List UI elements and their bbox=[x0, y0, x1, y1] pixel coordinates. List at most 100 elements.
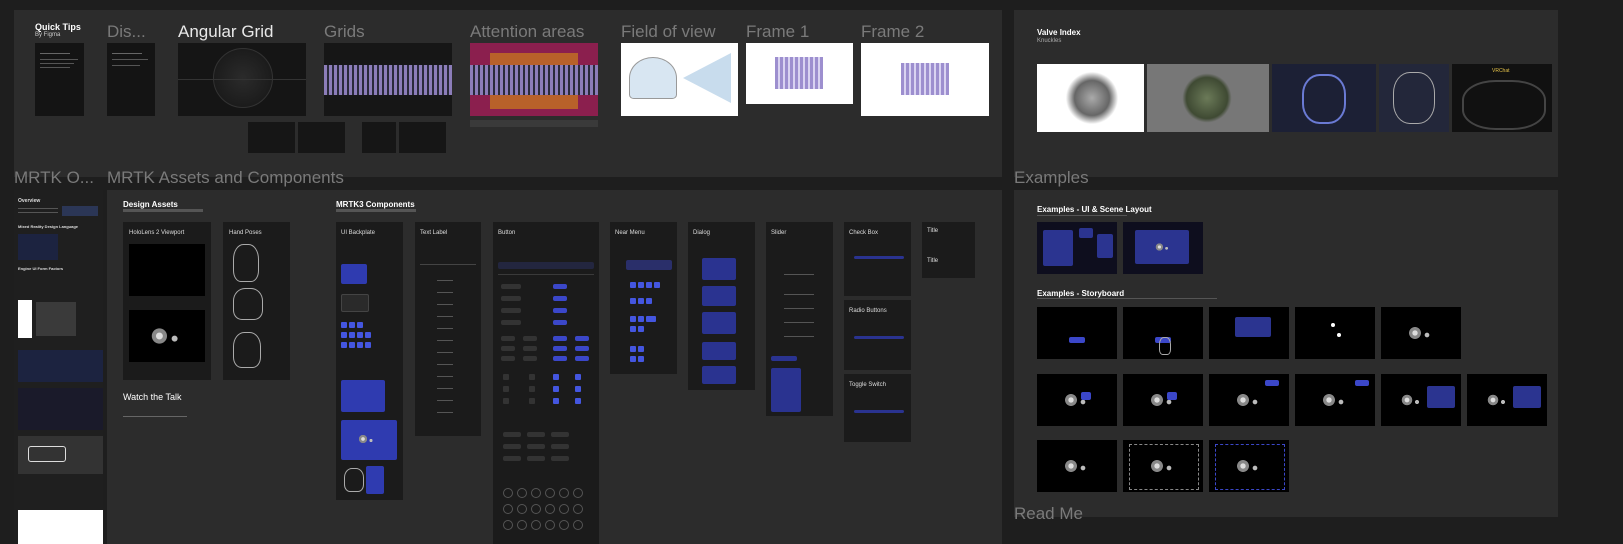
hand-poses-label: Hand Poses bbox=[229, 230, 262, 236]
slider-label: Slider bbox=[771, 230, 787, 236]
storyboard-8[interactable] bbox=[1209, 374, 1289, 426]
section-title-mrtk-overview: MRTK O... bbox=[14, 168, 94, 187]
storyboard-12[interactable] bbox=[1037, 440, 1117, 492]
ui-backplate-label: UI Backplate bbox=[341, 230, 376, 236]
button-label: Button bbox=[498, 230, 516, 236]
storyboard-6[interactable] bbox=[1037, 374, 1117, 426]
ui-layout-thumb-1[interactable] bbox=[1037, 222, 1117, 274]
overview-thumb-2[interactable] bbox=[18, 300, 32, 338]
attention-caption-strip bbox=[470, 120, 598, 127]
section-title-examples: Examples bbox=[1014, 168, 1089, 187]
grid-variant-4[interactable] bbox=[399, 122, 446, 153]
dialog-card[interactable]: Dialog bbox=[688, 222, 755, 390]
hand-poses-card[interactable]: Hand Poses bbox=[223, 222, 290, 380]
frame-2[interactable] bbox=[861, 43, 989, 116]
ui-backplate-card[interactable]: UI Backplate bbox=[336, 222, 403, 500]
hololens-viewport-card[interactable]: HoloLens 2 Viewport bbox=[123, 222, 211, 380]
overview-thumb-1[interactable] bbox=[18, 234, 58, 260]
title-card[interactable]: Title Title bbox=[922, 222, 975, 278]
valve-index-title: Valve Index bbox=[1037, 28, 1081, 37]
overview-thumb-7[interactable] bbox=[18, 510, 103, 544]
storyboard-3[interactable] bbox=[1209, 307, 1289, 359]
slider-card[interactable]: Slider bbox=[766, 222, 833, 416]
viewport-robot bbox=[129, 310, 205, 362]
knuckles-render-1[interactable] bbox=[1037, 64, 1144, 132]
knuckles-diagram-1[interactable] bbox=[1272, 64, 1376, 132]
storyboard-5[interactable] bbox=[1381, 307, 1461, 359]
frame-dis[interactable] bbox=[107, 43, 155, 116]
hand-pose-1 bbox=[233, 244, 259, 282]
knuckles-render-2[interactable] bbox=[1147, 64, 1269, 132]
quick-tips-subtitle: By Figma bbox=[35, 32, 61, 38]
overview-thumb-4[interactable] bbox=[18, 350, 103, 382]
quick-tips-title: Quick Tips bbox=[35, 22, 81, 32]
quick-tips-frame[interactable] bbox=[35, 43, 84, 116]
mrtk3-components-title: MRTK3 Components bbox=[336, 200, 415, 209]
design-language-label: Mixed Reality Design Language bbox=[18, 224, 79, 229]
ui-layout-title: Examples - UI & Scene Layout bbox=[1037, 205, 1152, 214]
storyboard-14[interactable] bbox=[1209, 440, 1289, 492]
title-card-label: Title bbox=[927, 228, 939, 234]
hololens-viewport-label: HoloLens 2 Viewport bbox=[129, 230, 185, 236]
overview-thumb-5[interactable] bbox=[18, 388, 103, 430]
button-card[interactable]: Button bbox=[493, 222, 599, 544]
near-menu-card[interactable]: Near Menu bbox=[610, 222, 677, 374]
storyboard-13[interactable] bbox=[1123, 440, 1203, 492]
grid-variant-2[interactable] bbox=[298, 122, 345, 153]
frame-title-grids: Grids bbox=[324, 22, 365, 41]
frame-attention-areas[interactable] bbox=[470, 43, 598, 116]
radio-buttons-label: Radio Buttons bbox=[849, 308, 887, 314]
mrtk-assets-section[interactable]: Design Assets HoloLens 2 Viewport Hand P… bbox=[107, 190, 1002, 544]
toggle-switch-card[interactable]: Toggle Switch bbox=[844, 374, 911, 442]
frame-title-field-of-view: Field of view bbox=[621, 22, 716, 41]
title-card-label-2: Title bbox=[927, 258, 939, 264]
frame-title-attention-areas: Attention areas bbox=[470, 22, 585, 41]
valve-index-subtitle: Knuckles bbox=[1037, 38, 1062, 44]
check-box-label: Check Box bbox=[849, 230, 879, 236]
frame-title-frame-1: Frame 1 bbox=[746, 22, 810, 41]
frame-title-dis: Dis... bbox=[107, 22, 146, 41]
knuckles-diagram-2[interactable] bbox=[1379, 64, 1449, 132]
design-assets-title: Design Assets bbox=[123, 200, 178, 209]
examples-section[interactable]: Examples - UI & Scene Layout Examples - … bbox=[1014, 190, 1558, 517]
storyboard-4[interactable] bbox=[1295, 307, 1375, 359]
watch-talk-link[interactable] bbox=[123, 416, 187, 417]
mrtk-overview-section[interactable]: Overview Mixed Reality Design Language E… bbox=[14, 190, 103, 544]
frame-field-of-view[interactable] bbox=[621, 43, 738, 116]
overview-thumb-3[interactable] bbox=[36, 302, 76, 336]
valve-index-section[interactable]: Valve Index Knuckles VRChat bbox=[1014, 10, 1558, 177]
storyboard-2[interactable] bbox=[1123, 307, 1203, 359]
storyboard-title: Examples - Storyboard bbox=[1037, 289, 1125, 298]
hand-pose-2 bbox=[233, 288, 263, 320]
mrtk3-components-subtitle bbox=[336, 209, 416, 212]
storyboard-9[interactable] bbox=[1295, 374, 1375, 426]
grid-variant-1[interactable] bbox=[248, 122, 295, 153]
overview-label: Overview bbox=[18, 198, 41, 204]
frame-title-frame-2: Frame 2 bbox=[861, 22, 925, 41]
dialog-label: Dialog bbox=[693, 230, 711, 236]
radio-buttons-card[interactable]: Radio Buttons bbox=[844, 300, 911, 370]
check-box-card[interactable]: Check Box bbox=[844, 222, 911, 296]
near-menu-label: Near Menu bbox=[615, 230, 645, 236]
frame-1[interactable] bbox=[746, 43, 853, 104]
storyboard-7[interactable] bbox=[1123, 374, 1203, 426]
storyboard-11[interactable] bbox=[1467, 374, 1547, 426]
text-label-card[interactable]: Text Label bbox=[415, 222, 481, 436]
section-title-read-me: Read Me bbox=[1014, 504, 1083, 523]
watch-talk-title: Watch the Talk bbox=[123, 392, 182, 402]
form-factors-label: Engine UI Form Factors bbox=[18, 266, 64, 271]
overview-thumb-6[interactable] bbox=[18, 436, 103, 474]
knuckles-diagram-3[interactable]: VRChat bbox=[1452, 64, 1552, 132]
storyboard-1[interactable] bbox=[1037, 307, 1117, 359]
storyboard-10[interactable] bbox=[1381, 374, 1461, 426]
section-title-mrtk-assets: MRTK Assets and Components bbox=[107, 168, 344, 187]
design-assets-subtitle bbox=[123, 209, 203, 212]
grid-variant-3[interactable] bbox=[362, 122, 396, 153]
top-left-section[interactable]: Quick Tips By Figma Dis... Angular Grid … bbox=[14, 10, 1002, 177]
text-label-label: Text Label bbox=[420, 230, 448, 236]
frame-angular-grid[interactable] bbox=[178, 43, 306, 116]
viewport-black bbox=[129, 244, 205, 296]
ui-layout-thumb-2[interactable] bbox=[1123, 222, 1203, 274]
frame-grids[interactable] bbox=[324, 43, 452, 116]
hand-pose-3 bbox=[233, 332, 261, 368]
